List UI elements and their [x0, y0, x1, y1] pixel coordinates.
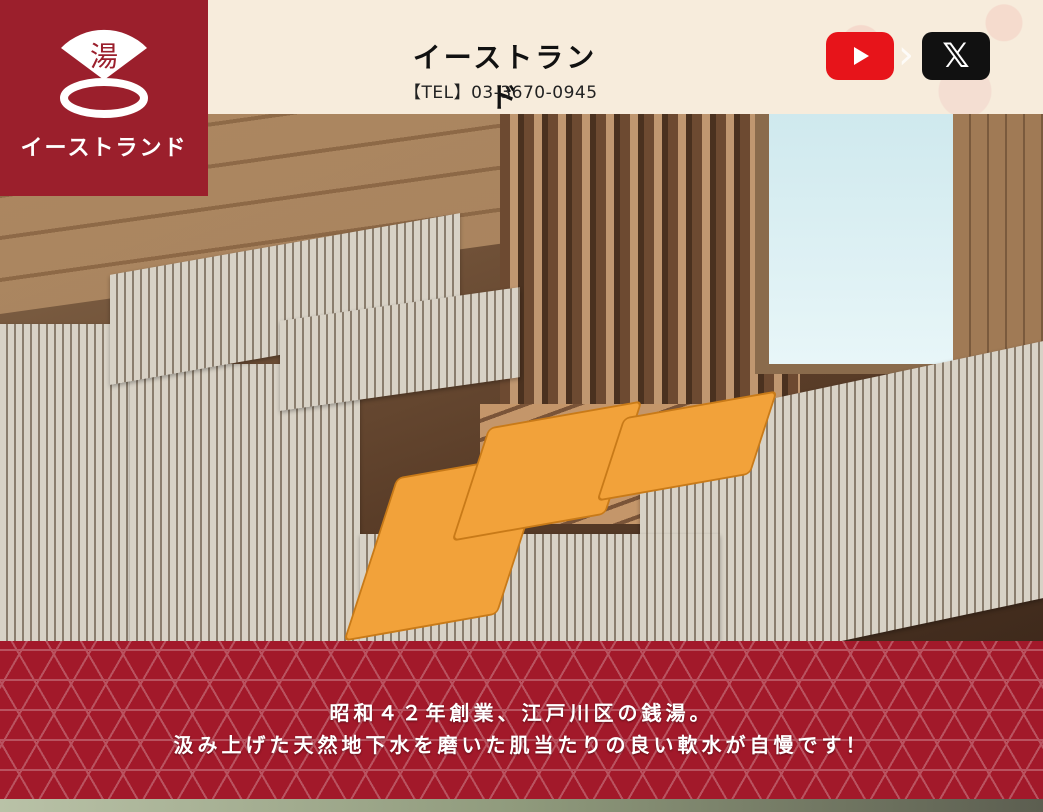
intro-line-2: 汲み上げた天然地下水を磨いた肌当たりの良い軟水が自慢です！	[173, 733, 870, 757]
towel	[130, 364, 360, 641]
x-link[interactable]: 𝕏	[922, 32, 990, 80]
site-logo[interactable]: 湯 イーストランド	[0, 0, 208, 196]
logo-text: イーストランド	[20, 136, 188, 161]
bathhouse-logo-icon: 湯	[60, 29, 148, 118]
intro-line-1: 昭和４２年創業、江戸川区の銭湯。	[329, 701, 714, 725]
logo-kanji: 湯	[90, 40, 118, 73]
youtube-link[interactable]	[826, 32, 894, 80]
chevron-right-icon: ›	[898, 32, 914, 78]
intro-banner: 昭和４２年創業、江戸川区の銭湯。 汲み上げた天然地下水を磨いた肌当たりの良い軟水…	[0, 641, 1043, 799]
youtube-play-icon	[854, 47, 869, 65]
phone-number[interactable]: 【TEL】03-3670-0945	[404, 78, 598, 103]
x-logo-icon: 𝕏	[942, 36, 970, 76]
next-section-preview	[0, 799, 1043, 812]
